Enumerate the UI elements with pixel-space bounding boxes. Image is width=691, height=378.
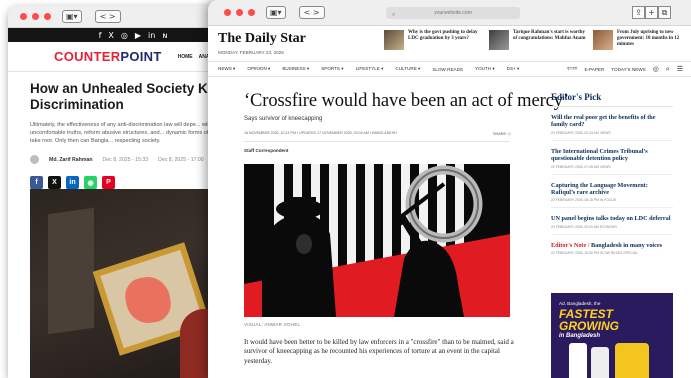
menu-icon[interactable]: ☰ [677, 65, 683, 73]
instagram-icon[interactable]: ◎ [121, 31, 128, 40]
pick-item[interactable]: Will the real poor get the benefits of t… [551, 107, 673, 141]
share-button[interactable]: P [102, 176, 115, 189]
tabs-icon[interactable]: ⧉ [658, 6, 671, 19]
publish-date: Dec 8, 2025 - 15:33 [102, 156, 149, 163]
window-controls: ⇪ + ⧉ [632, 6, 671, 19]
share-button[interactable]: ◉ [84, 176, 97, 189]
ad-phone-graphic [591, 347, 609, 378]
illustration-caption: VISUAL: ANWAR SOHEL [244, 322, 301, 327]
share-button[interactable]: SHARE ◁ [493, 131, 510, 136]
pick-item[interactable]: Capturing the Language Movement: Rafiqul… [551, 175, 673, 209]
maximize-dot[interactable] [44, 13, 51, 20]
article-meta: 16 NOVEMBER 2025, 10:14 PM ▪ UPDATED 17 … [244, 131, 397, 135]
share-button[interactable]: in [66, 176, 79, 189]
divider [244, 141, 510, 142]
youtube-icon[interactable]: ▶ [135, 31, 141, 40]
minimize-dot[interactable] [32, 13, 39, 20]
author-name[interactable]: Md. Zarif Rahman [49, 157, 93, 163]
teaser-1[interactable]: Why is the govt pushing to delay LDC gra… [384, 30, 484, 50]
pick-item[interactable]: The International Crimes Tribunal’s ques… [551, 141, 673, 175]
share-icon[interactable]: ⇪ [632, 6, 645, 19]
masthead: The Daily Star MONDAY, FEBRUARY 23, 2026… [208, 26, 691, 61]
share-button[interactable]: X [48, 176, 61, 189]
close-dot[interactable] [20, 13, 27, 20]
update-date: Dec 8, 2025 - 17:00 [158, 156, 204, 163]
section-nav: NEWS ▾ OPINION ▾ BUSINESS ▾ SPORTS ▾ LIF… [208, 61, 691, 77]
maximize-dot[interactable] [248, 9, 255, 16]
nav-opinion[interactable]: OPINION ▾ [247, 66, 270, 72]
article-body: It would have been better to be killed b… [244, 338, 514, 365]
site-logo[interactable]: The Daily Star [218, 31, 306, 47]
nav-sports[interactable]: SPORTS ▾ [321, 66, 343, 72]
back-forward-buttons[interactable]: < > [94, 10, 121, 23]
editors-pick-heading: Editor's Pick [551, 92, 673, 107]
nav-lifestyle[interactable]: LIFESTYLE ▾ [356, 66, 384, 72]
nav-todays-news[interactable]: TODAY'S NEWS [611, 67, 645, 72]
ad-phone-graphic [569, 343, 587, 378]
nav-youth[interactable]: YOUTH ▾ [475, 66, 495, 72]
masthead-date: MONDAY, FEBRUARY 23, 2026 [218, 50, 284, 55]
nav-slow-reads[interactable]: SLOW READS [432, 67, 463, 72]
advertisement-banner[interactable]: Ad. Bangladesh, the FASTEST GROWING in Ba… [551, 293, 673, 378]
nav-business[interactable]: BUSINESS ▾ [282, 66, 309, 72]
search-icon: ⌕ [392, 12, 396, 18]
nav-bangla[interactable]: বাংলা [567, 65, 578, 73]
search-icon[interactable]: ⌕ [666, 65, 670, 74]
screenshot-stage: ▣▾ < > f X ◎ ▶ in ɴ COUNTERPOINT HOME AN… [0, 0, 691, 378]
nav-epaper[interactable]: E-PAPER [584, 67, 604, 72]
facebook-icon[interactable]: f [99, 31, 102, 40]
editors-pick: Editor's Pick Will the real poor get the… [551, 92, 673, 260]
author-avatar [30, 155, 39, 164]
article-author[interactable]: Staff Correspondent [244, 148, 288, 153]
close-dot[interactable] [224, 9, 231, 16]
new-tab-icon[interactable]: + [645, 6, 658, 19]
teaser-2[interactable]: Tarique Rahman's start is worthy of cong… [489, 30, 589, 50]
nav-culture[interactable]: CULTURE ▾ [395, 66, 420, 72]
share-button[interactable]: f [30, 176, 43, 189]
url-text: yourwebsite.com [434, 10, 472, 16]
pick-item[interactable]: UN panel begins talks today on LDC defer… [551, 208, 673, 235]
daily-star-window: ▣▾ < > ⌕ yourwebsite.com ⇪ + ⧉ The Daily… [208, 0, 691, 378]
article-illustration [244, 164, 510, 317]
address-bar[interactable]: ⌕ yourwebsite.com [386, 7, 520, 19]
substack-icon[interactable]: ɴ [162, 31, 167, 40]
ad-card-graphic [615, 343, 649, 378]
menu-home[interactable]: HOME [178, 54, 193, 60]
linkedin-icon[interactable]: in [148, 31, 155, 40]
back-forward-buttons[interactable]: < > [298, 6, 325, 19]
nav-news[interactable]: NEWS ▾ [218, 66, 235, 72]
teaser-3[interactable]: From July uprising to new government: 18… [593, 30, 685, 50]
illustration-svg [244, 164, 510, 317]
teaser-thumb [593, 30, 613, 50]
nav-ds-plus[interactable]: DS+ ▾ [507, 66, 520, 72]
nav-right: বাংলা E-PAPER TODAY'S NEWS ◎ ⌕ ☰ [567, 65, 683, 74]
teaser-thumb [489, 30, 509, 50]
teaser-thumb [384, 30, 404, 50]
tab-overview-button[interactable]: ▣▾ [62, 10, 82, 23]
user-icon[interactable]: ◎ [653, 65, 659, 73]
pick-item[interactable]: Editor's Note / Bangladesh in many voice… [551, 235, 673, 260]
site-logo[interactable]: COUNTERPOINT [54, 49, 162, 64]
article-subtitle: Says survivor of kneecapping [244, 116, 323, 122]
article-headline: ‘Crossfire would have been an act of mer… [244, 91, 569, 111]
x-icon[interactable]: X [108, 31, 113, 40]
browser-toolbar: ▣▾ < > ⌕ yourwebsite.com ⇪ + ⧉ [208, 0, 691, 26]
minimize-dot[interactable] [236, 9, 243, 16]
tab-overview-button[interactable]: ▣▾ [266, 6, 286, 19]
